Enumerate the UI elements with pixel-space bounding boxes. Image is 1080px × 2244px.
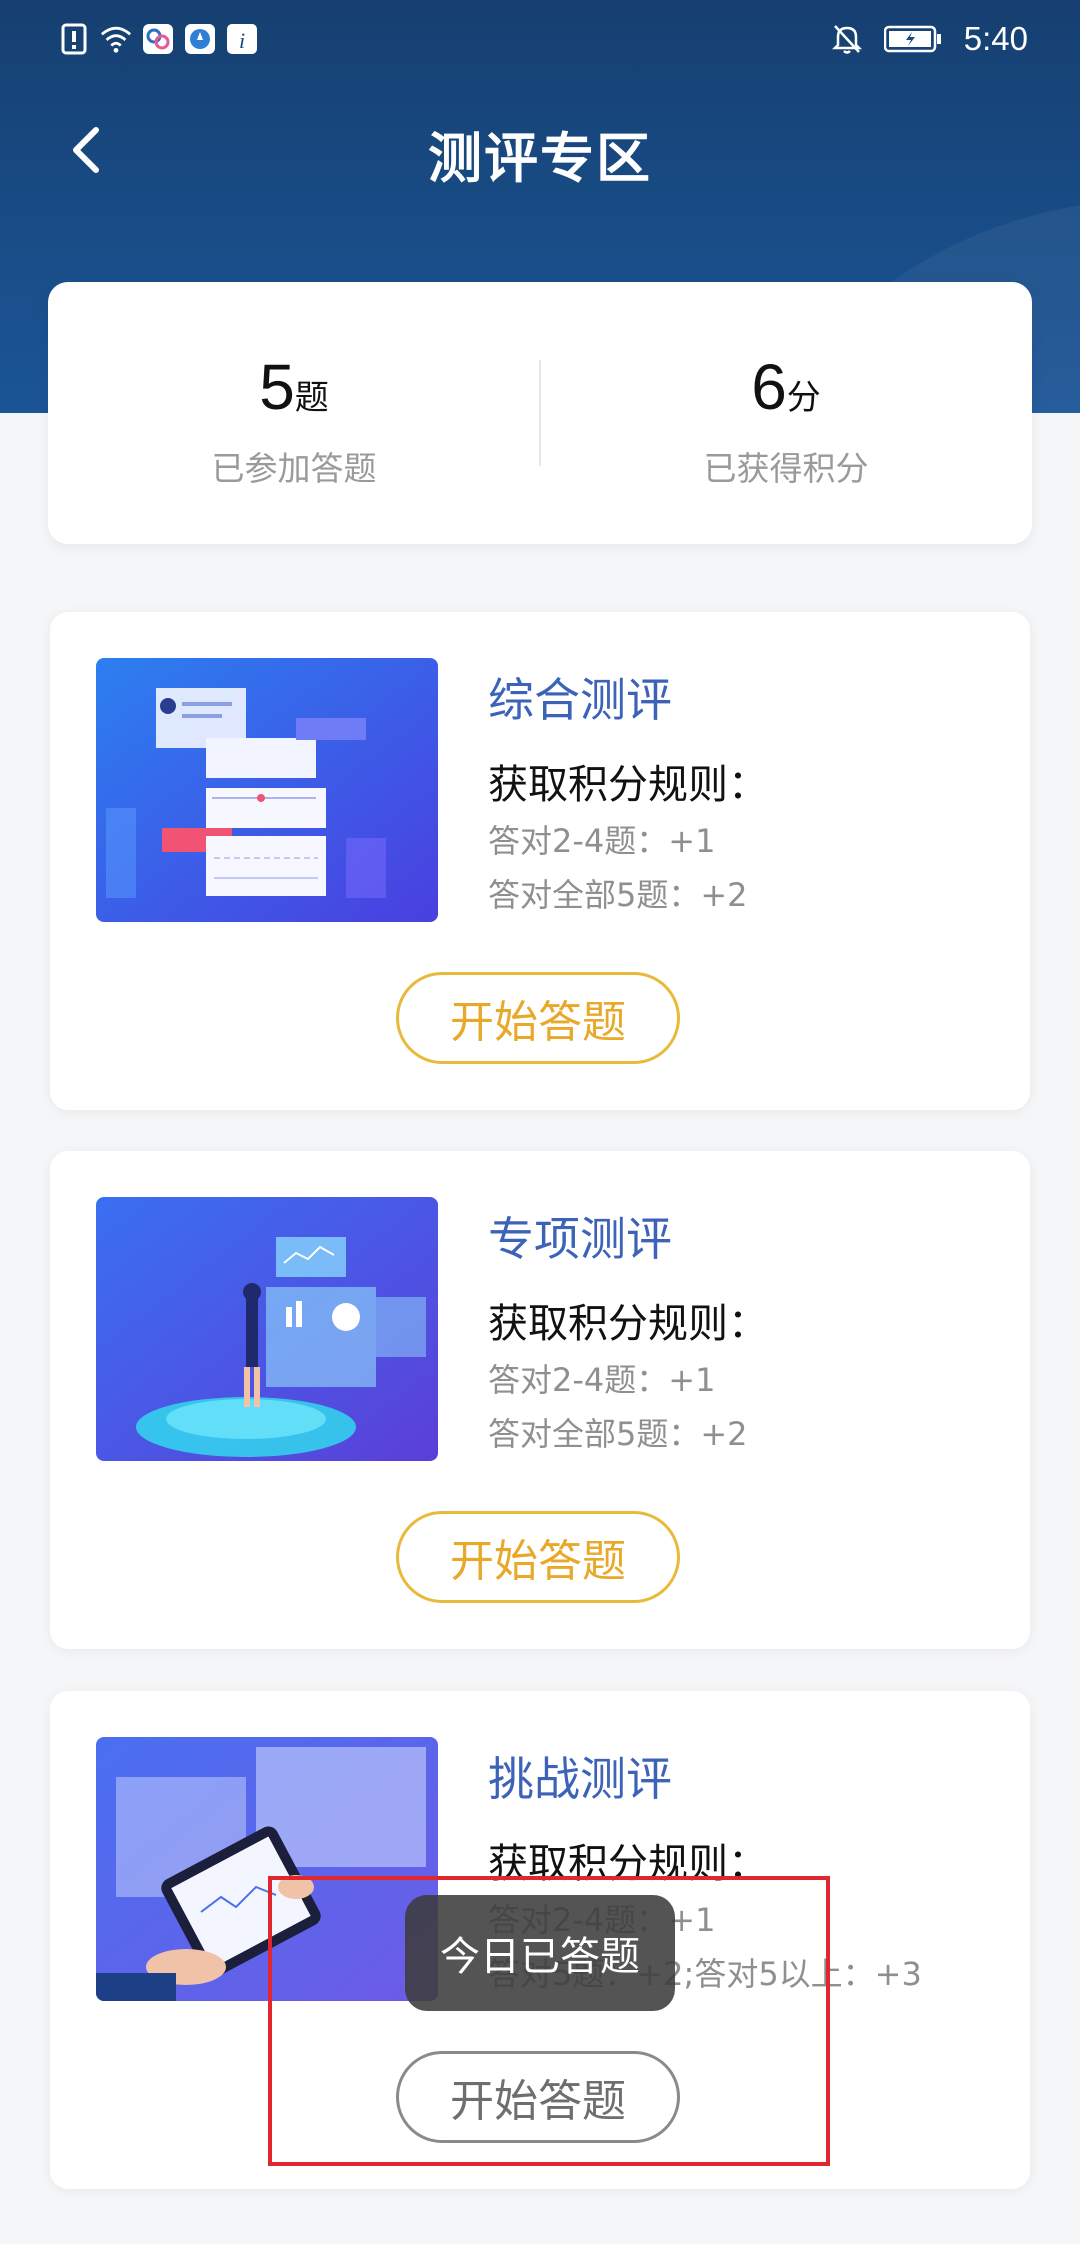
battery-icon [883, 25, 941, 53]
answered-label: 已参加答题 [211, 449, 377, 488]
comprehensive-rule-1: 答对2-4题：+1 [488, 822, 716, 860]
special-title: 专项测评 [488, 1212, 672, 1266]
app-compass-icon [184, 22, 216, 56]
points-stat: 6分 已获得积分 [540, 350, 1032, 490]
svg-text:i: i [239, 28, 245, 53]
quiz-card-comprehensive: 综合测评 获取积分规则： 答对2-4题：+1 答对全部5题：+2 开始答题 [50, 612, 1030, 1110]
answered-count: 5 [259, 351, 295, 423]
points-unit: 分 [786, 378, 821, 418]
bell-off-icon [831, 25, 862, 54]
special-rule-title: 获取积分规则： [488, 1301, 768, 1347]
points-label: 已获得积分 [703, 449, 869, 488]
comprehensive-title: 综合测评 [488, 673, 672, 727]
status-bar: i 5:40 [0, 0, 1080, 80]
highlight-box [268, 1876, 830, 2166]
clock: 5:40 [963, 20, 1028, 57]
points-count: 6 [751, 351, 787, 423]
stats-card: 5题 已参加答题 6分 已获得积分 [48, 282, 1032, 544]
special-rule-2: 答对全部5题：+2 [488, 1415, 748, 1453]
status-icons: i [58, 22, 258, 56]
app-notification-icon [142, 22, 174, 56]
comprehensive-start-button[interactable]: 开始答题 [396, 972, 680, 1064]
comprehensive-rule-title: 获取积分规则： [488, 762, 768, 808]
answered-unit: 题 [294, 378, 329, 418]
status-right: 5:40 [831, 20, 1028, 58]
quiz-card-special: 专项测评 获取积分规则： 答对2-4题：+1 答对全部5题：+2 开始答题 [50, 1151, 1030, 1649]
challenge-title: 挑战测评 [488, 1752, 672, 1806]
alert-icon [58, 22, 90, 56]
comprehensive-illustration [96, 658, 438, 922]
special-start-button[interactable]: 开始答题 [396, 1511, 680, 1603]
special-rule-1: 答对2-4题：+1 [488, 1361, 716, 1399]
comprehensive-rule-2: 答对全部5题：+2 [488, 876, 748, 914]
wifi-icon [100, 22, 132, 56]
answered-stat: 5题 已参加答题 [48, 350, 540, 490]
nav-bar: 测评专区 [0, 100, 1080, 200]
special-illustration [96, 1197, 438, 1461]
page-title: 测评专区 [428, 127, 652, 190]
info-icon: i [226, 22, 258, 56]
